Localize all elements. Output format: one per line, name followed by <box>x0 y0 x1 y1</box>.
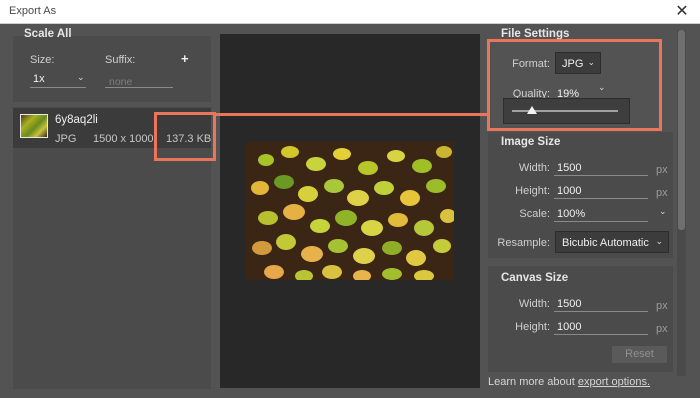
highlight-connector-line <box>215 113 489 116</box>
image-width-underline <box>554 175 648 176</box>
image-width-label: Width: <box>518 162 550 174</box>
asset-thumbnail <box>20 114 48 138</box>
scale-label: Scale: <box>519 208 550 220</box>
scrollbar-thumb[interactable] <box>678 30 685 230</box>
suffix-underline <box>105 87 173 88</box>
scale-input[interactable]: 100% <box>557 208 585 220</box>
asset-dimensions: 1500 x 1000 <box>93 133 154 145</box>
title-bar: Export As ✕ <box>0 0 700 24</box>
learn-more-text: Learn more about export options. <box>488 376 650 388</box>
window-title: Export As <box>9 5 57 17</box>
image-height-unit: px <box>656 187 668 199</box>
image-width-input[interactable]: 1500 <box>557 162 581 174</box>
image-height-underline <box>554 198 648 199</box>
file-settings-highlight <box>487 39 662 131</box>
add-scale-icon[interactable]: + <box>181 51 189 66</box>
reset-button[interactable]: Reset <box>611 345 668 364</box>
canvas-height-input[interactable]: 1000 <box>557 321 581 333</box>
close-icon[interactable]: ✕ <box>672 2 692 22</box>
canvas-width-input[interactable]: 1500 <box>557 298 581 310</box>
asset-name: 6y8aq2li <box>55 114 98 126</box>
size-underline <box>30 87 86 88</box>
resample-value: Bicubic Automatic <box>562 237 649 249</box>
size-label: Size: <box>30 54 55 66</box>
image-height-input[interactable]: 1000 <box>557 185 581 197</box>
canvas-width-label: Width: <box>518 298 550 310</box>
image-height-label: Height: <box>515 185 550 197</box>
canvas-size-title: Canvas Size <box>501 272 569 284</box>
canvas-width-unit: px <box>656 300 668 312</box>
file-size-highlight <box>154 112 216 161</box>
resample-dropdown[interactable]: Bicubic Automatic ⌄ <box>555 231 669 253</box>
canvas-height-label: Height: <box>515 321 550 333</box>
canvas-height-unit: px <box>656 323 668 335</box>
resample-label: Resample: <box>497 237 550 249</box>
size-select[interactable]: 1x <box>33 73 45 85</box>
canvas-height-underline <box>554 334 648 335</box>
asset-format: JPG <box>55 133 77 145</box>
learn-more-prefix: Learn more about <box>488 376 578 388</box>
scale-underline <box>554 221 648 222</box>
chevron-down-icon: ⌄ <box>655 236 663 246</box>
scale-all-panel <box>13 36 211 102</box>
chevron-down-icon[interactable]: ⌄ <box>77 72 85 83</box>
image-width-unit: px <box>656 164 668 176</box>
canvas-width-underline <box>554 311 648 312</box>
suffix-label: Suffix: <box>105 54 136 66</box>
preview-image <box>246 142 454 280</box>
chevron-down-icon[interactable]: ⌄ <box>659 206 667 217</box>
scale-all-title: Scale All <box>24 28 72 40</box>
image-size-title: Image Size <box>501 136 561 148</box>
export-options-link[interactable]: export options. <box>578 376 650 388</box>
